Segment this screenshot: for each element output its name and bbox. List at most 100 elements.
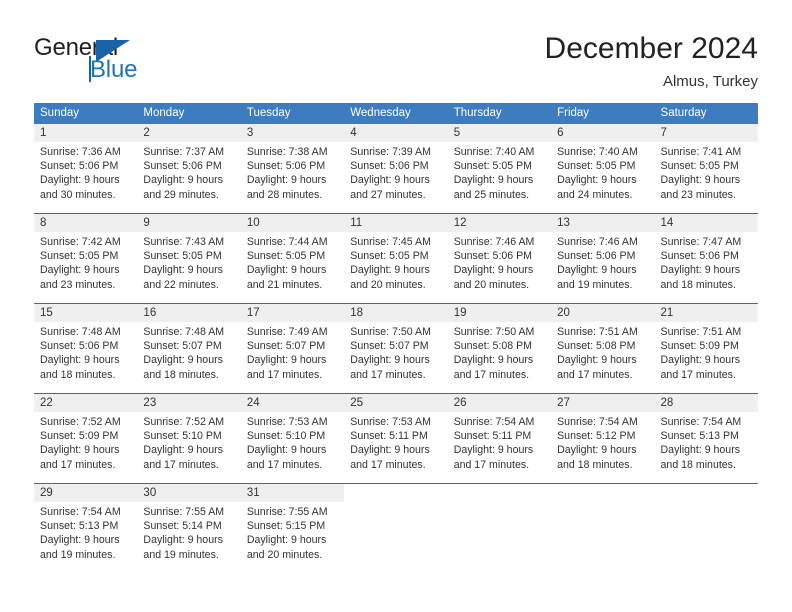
day-daylight-line1-text: Daylight: 9 hours xyxy=(246,264,327,277)
day-daylight-line2-text: and 17 minutes. xyxy=(453,368,530,381)
day-daylight-line1-text: Daylight: 9 hours xyxy=(660,444,741,457)
calendar-day-cell[interactable]: 28 Sunrise: 7:54 AM Sunset: 5:13 PM Dayligh… xyxy=(654,394,758,474)
calendar-day-cell[interactable]: 12 Sunrise: 7:46 AM Sunset: 5:06 PM Dayligh… xyxy=(447,214,552,294)
calendar-week-row: 22 Sunrise: 7:52 AM Sunset: 5:09 PM Dayligh… xyxy=(34,393,758,474)
calendar-day-cell[interactable]: 23 Sunrise: 7:52 AM Sunset: 5:10 PM Dayligh… xyxy=(137,394,241,474)
calendar-day-cell[interactable]: 7 Sunrise: 7:41 AM Sunset: 5:05 PM Daylight… xyxy=(654,124,758,204)
calendar-day-cell[interactable]: 25 Sunrise: 7:53 AM Sunset: 5:11 PM Dayligh… xyxy=(344,394,448,474)
day-sunset-text: Sunset: 5:05 PM xyxy=(143,250,222,263)
calendar-day-cell[interactable]: 14 Sunrise: 7:47 AM Sunset: 5:06 PM Dayligh… xyxy=(654,214,758,294)
calendar-day-cell[interactable]: 11 Sunrise: 7:45 AM Sunset: 5:05 PM Dayligh… xyxy=(344,214,448,294)
calendar-day-cell[interactable]: 6 Sunrise: 7:40 AM Sunset: 5:05 PM Daylight… xyxy=(551,124,655,204)
calendar-day-cell[interactable]: 3 Sunrise: 7:38 AM Sunset: 5:06 PM Daylight… xyxy=(240,124,345,204)
day-sunrise-text: Sunrise: 7:55 AM xyxy=(246,506,328,518)
day-daylight-line2-text: and 29 minutes. xyxy=(143,188,219,201)
day-daylight-line1-text: Daylight: 9 hours xyxy=(143,354,223,367)
day-details: Sunrise: 7:36 AM Sunset: 5:06 PM Daylight:… xyxy=(34,142,137,202)
day-daylight-line1-text: Daylight: 9 hours xyxy=(143,444,223,457)
day-sunrise-text: Sunrise: 7:44 AM xyxy=(246,236,328,248)
day-number: 13 xyxy=(551,214,655,232)
day-sunrise-text: Sunrise: 7:52 AM xyxy=(143,416,225,428)
day-sunrise-text: Sunrise: 7:45 AM xyxy=(350,236,431,248)
day-details: Sunrise: 7:52 AM Sunset: 5:09 PM Daylight:… xyxy=(34,412,137,472)
day-daylight-line2-text: and 19 minutes. xyxy=(143,548,219,561)
day-daylight-line2-text: and 21 minutes. xyxy=(246,278,323,291)
calendar-day-cell[interactable]: 22 Sunrise: 7:52 AM Sunset: 5:09 PM Dayligh… xyxy=(34,394,138,474)
day-sunrise-text: Sunrise: 7:53 AM xyxy=(350,416,431,428)
day-sunset-text: Sunset: 5:13 PM xyxy=(660,430,739,443)
general-blue-logo[interactable]: General Blue xyxy=(34,34,214,94)
day-daylight-line2-text: and 22 minutes. xyxy=(143,278,219,291)
calendar-day-cell-empty xyxy=(344,484,448,564)
day-sunset-text: Sunset: 5:05 PM xyxy=(453,160,533,173)
calendar-day-cell[interactable]: 19 Sunrise: 7:50 AM Sunset: 5:08 PM Dayligh… xyxy=(447,304,552,384)
calendar-day-cell[interactable]: 8 Sunrise: 7:42 AM Sunset: 5:05 PM Daylight… xyxy=(34,214,138,294)
calendar-day-cell[interactable]: 20 Sunrise: 7:51 AM Sunset: 5:08 PM Dayligh… xyxy=(551,304,655,384)
day-details: Sunrise: 7:51 AM Sunset: 5:09 PM Daylight:… xyxy=(655,322,758,382)
calendar-day-cell[interactable]: 31 Sunrise: 7:55 AM Sunset: 5:15 PM Dayligh… xyxy=(240,484,345,564)
calendar-day-cell[interactable]: 26 Sunrise: 7:54 AM Sunset: 5:11 PM Dayligh… xyxy=(447,394,552,474)
day-daylight-line1-text: Daylight: 9 hours xyxy=(660,264,741,277)
calendar-day-cell[interactable]: 4 Sunrise: 7:39 AM Sunset: 5:06 PM Daylight… xyxy=(344,124,448,204)
day-sunset-text: Sunset: 5:06 PM xyxy=(143,160,222,173)
calendar-day-cell[interactable]: 17 Sunrise: 7:49 AM Sunset: 5:07 PM Dayligh… xyxy=(240,304,345,384)
day-sunrise-text: Sunrise: 7:51 AM xyxy=(557,326,638,338)
day-daylight-line2-text: and 17 minutes. xyxy=(350,368,426,381)
day-sunrise-text: Sunrise: 7:54 AM xyxy=(453,416,535,428)
calendar-day-cell[interactable]: 21 Sunrise: 7:51 AM Sunset: 5:09 PM Dayligh… xyxy=(654,304,758,384)
day-number: 17 xyxy=(240,304,345,322)
day-sunrise-text: Sunrise: 7:47 AM xyxy=(660,236,742,248)
day-sunset-text: Sunset: 5:07 PM xyxy=(246,340,326,353)
day-sunset-text: Sunset: 5:10 PM xyxy=(246,430,326,443)
day-daylight-line2-text: and 20 minutes. xyxy=(453,278,530,291)
calendar-day-cell[interactable]: 27 Sunrise: 7:54 AM Sunset: 5:12 PM Dayligh… xyxy=(551,394,655,474)
day-details: Sunrise: 7:48 AM Sunset: 5:06 PM Daylight:… xyxy=(34,322,137,382)
day-sunrise-text: Sunrise: 7:51 AM xyxy=(660,326,742,338)
calendar-week-row: 8 Sunrise: 7:42 AM Sunset: 5:05 PM Daylight… xyxy=(34,213,758,294)
day-sunrise-text: Sunrise: 7:38 AM xyxy=(246,146,328,158)
day-daylight-line2-text: and 17 minutes. xyxy=(246,368,323,381)
day-daylight-line1-text: Daylight: 9 hours xyxy=(350,264,430,277)
day-daylight-line1-text: Daylight: 9 hours xyxy=(40,174,120,187)
calendar-day-cell[interactable]: 24 Sunrise: 7:53 AM Sunset: 5:10 PM Dayligh… xyxy=(240,394,345,474)
day-details: Sunrise: 7:55 AM Sunset: 5:15 PM Daylight:… xyxy=(241,502,344,562)
day-sunrise-text: Sunrise: 7:40 AM xyxy=(453,146,535,158)
calendar-day-cell[interactable]: 18 Sunrise: 7:50 AM Sunset: 5:07 PM Dayligh… xyxy=(344,304,448,384)
day-number: 27 xyxy=(551,394,655,412)
calendar-day-cell[interactable]: 13 Sunrise: 7:46 AM Sunset: 5:06 PM Dayligh… xyxy=(551,214,655,294)
day-daylight-line1-text: Daylight: 9 hours xyxy=(246,354,327,367)
day-sunset-text: Sunset: 5:06 PM xyxy=(453,250,533,263)
day-daylight-line1-text: Daylight: 9 hours xyxy=(453,444,534,457)
calendar-day-cell[interactable]: 15 Sunrise: 7:48 AM Sunset: 5:06 PM Dayligh… xyxy=(34,304,138,384)
calendar-day-cell[interactable]: 30 Sunrise: 7:55 AM Sunset: 5:14 PM Dayligh… xyxy=(137,484,241,564)
day-sunrise-text: Sunrise: 7:54 AM xyxy=(40,506,121,518)
weekday-header-sunday: Sunday xyxy=(40,107,80,119)
calendar-day-cell[interactable]: 1 Sunrise: 7:36 AM Sunset: 5:06 PM Daylight… xyxy=(34,124,138,204)
title-block: December 2024 Almus, Turkey xyxy=(545,30,758,93)
day-sunrise-text: Sunrise: 7:46 AM xyxy=(557,236,638,248)
calendar-day-cell[interactable]: 16 Sunrise: 7:48 AM Sunset: 5:07 PM Dayligh… xyxy=(137,304,241,384)
calendar-day-cell[interactable]: 5 Sunrise: 7:40 AM Sunset: 5:05 PM Daylight… xyxy=(447,124,552,204)
day-number: 29 xyxy=(34,484,138,502)
day-sunset-text: Sunset: 5:08 PM xyxy=(557,340,636,353)
day-details: Sunrise: 7:55 AM Sunset: 5:14 PM Daylight:… xyxy=(137,502,240,562)
day-daylight-line2-text: and 17 minutes. xyxy=(453,458,530,471)
day-number: 5 xyxy=(447,124,552,142)
day-sunset-text: Sunset: 5:07 PM xyxy=(350,340,429,353)
weekday-header-row: Sunday Monday Tuesday Wednesday Thursday… xyxy=(34,103,758,124)
weekday-header-thursday: Thursday xyxy=(453,107,502,119)
day-details: Sunrise: 7:47 AM Sunset: 5:06 PM Daylight:… xyxy=(655,232,758,292)
calendar-day-cell[interactable]: 10 Sunrise: 7:44 AM Sunset: 5:05 PM Dayligh… xyxy=(240,214,345,294)
day-details xyxy=(655,502,758,505)
day-sunset-text: Sunset: 5:11 PM xyxy=(350,430,428,443)
day-sunset-text: Sunset: 5:06 PM xyxy=(350,160,429,173)
day-details: Sunrise: 7:42 AM Sunset: 5:05 PM Daylight:… xyxy=(34,232,137,292)
day-number: 11 xyxy=(344,214,448,232)
day-daylight-line2-text: and 18 minutes. xyxy=(143,368,219,381)
day-sunrise-text: Sunrise: 7:49 AM xyxy=(246,326,328,338)
day-daylight-line2-text: and 18 minutes. xyxy=(40,368,116,381)
calendar-day-cell[interactable]: 29 Sunrise: 7:54 AM Sunset: 5:13 PM Dayligh… xyxy=(34,484,138,564)
calendar-day-cell[interactable]: 9 Sunrise: 7:43 AM Sunset: 5:05 PM Daylight… xyxy=(137,214,241,294)
calendar-day-cell[interactable]: 2 Sunrise: 7:37 AM Sunset: 5:06 PM Daylight… xyxy=(137,124,241,204)
day-details: Sunrise: 7:54 AM Sunset: 5:11 PM Daylight:… xyxy=(448,412,551,472)
